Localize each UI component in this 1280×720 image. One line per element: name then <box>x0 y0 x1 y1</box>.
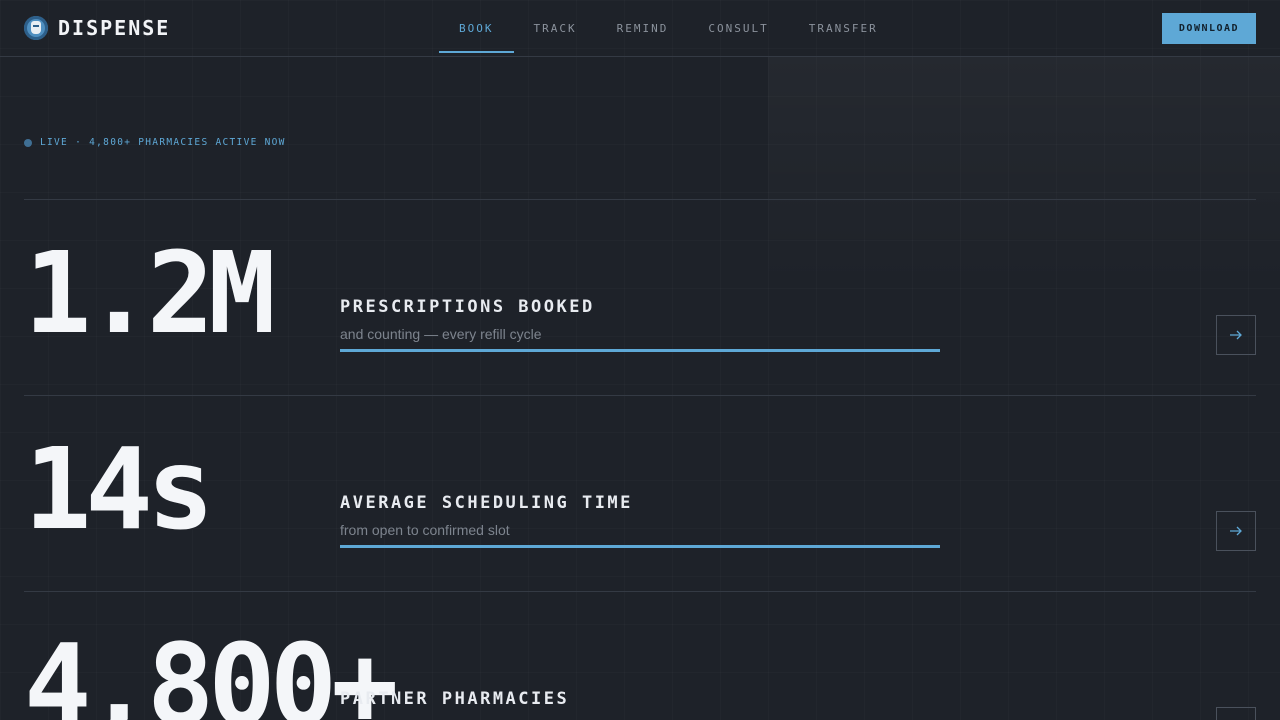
stat-sub-prescriptions: and counting — every refill cycle <box>340 326 542 342</box>
stat-label-scheduling: AVERAGE SCHEDULING TIME <box>340 493 633 513</box>
nav-item-track[interactable]: TRACK <box>514 0 597 57</box>
main-nav: BOOK TRACK REMIND CONSULT TRANSFER <box>439 0 898 57</box>
brand[interactable]: DISPENSE <box>24 16 170 40</box>
arrow-right-icon <box>1230 526 1242 536</box>
stat-value-pharmacies: 4,800+ <box>24 621 399 720</box>
stat-arrow-button-scheduling[interactable] <box>1216 511 1256 551</box>
stat-arrow-button-pharmacies[interactable] <box>1216 707 1256 720</box>
background-grid <box>0 0 1280 720</box>
divider <box>24 199 1256 200</box>
stat-sub-scheduling: from open to confirmed slot <box>340 522 510 538</box>
stat-bar-scheduling <box>340 545 940 548</box>
stat-label-pharmacies: PARTNER PHARMACIES <box>340 689 570 709</box>
nav-item-book[interactable]: BOOK <box>439 0 514 57</box>
stat-value-prescriptions: 1.2M <box>24 229 276 359</box>
live-dot-icon <box>24 138 32 147</box>
divider <box>24 591 1256 592</box>
stat-bar-prescriptions <box>340 349 940 352</box>
live-status: LIVE · 4,800+ PHARMACIES ACTIVE NOW <box>24 137 286 148</box>
stat-label-prescriptions: PRESCRIPTIONS BOOKED <box>340 297 595 317</box>
arrow-right-icon <box>1230 330 1242 340</box>
stat-arrow-button-prescriptions[interactable] <box>1216 315 1256 355</box>
nav-item-remind[interactable]: REMIND <box>597 0 689 57</box>
nav-item-transfer[interactable]: TRANSFER <box>789 0 898 57</box>
nav-item-consult[interactable]: CONSULT <box>688 0 788 57</box>
pill-bottle-icon <box>24 16 48 40</box>
stat-value-scheduling: 14s <box>24 425 214 555</box>
top-bar: DISPENSE BOOK TRACK REMIND CONSULT TRANS… <box>0 0 1280 57</box>
download-button[interactable]: DOWNLOAD <box>1162 13 1256 44</box>
brand-name: DISPENSE <box>58 16 171 40</box>
divider <box>24 395 1256 396</box>
live-status-text: LIVE · 4,800+ PHARMACIES ACTIVE NOW <box>40 137 286 148</box>
background-panel <box>768 57 1280 289</box>
